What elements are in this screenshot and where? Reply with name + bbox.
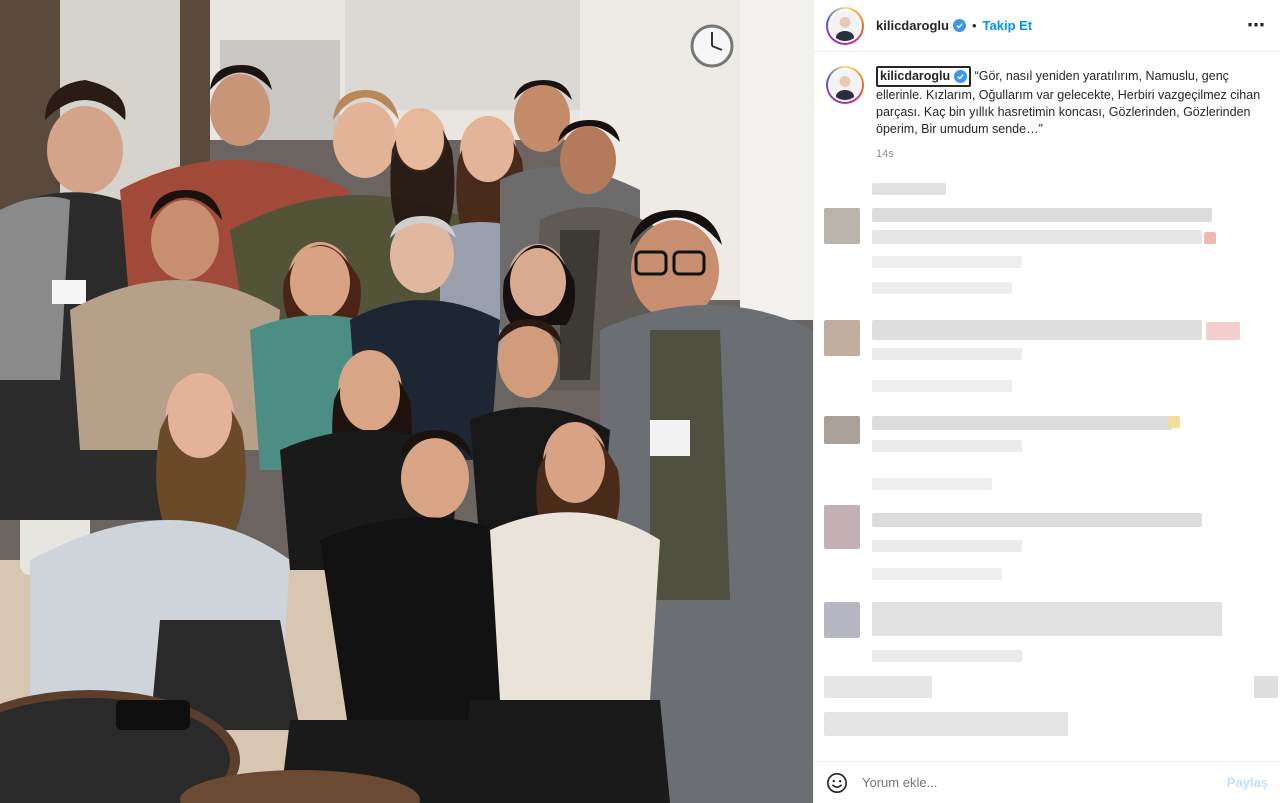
caption-username-text: kilicdaroglu <box>880 69 951 83</box>
post-caption: kilicdaroglu “Gör, nasıl yeniden yaratıl… <box>814 52 1280 163</box>
caption-timestamp: 14s <box>876 148 894 160</box>
comment-input[interactable] <box>862 775 1227 790</box>
header-separator: • <box>971 18 977 33</box>
author-avatar[interactable] <box>826 6 864 45</box>
group-photo-illustration <box>0 0 813 803</box>
post-side-panel: kilicdaroglu • Takip Et ⋯ kilicdaroglu “… <box>813 0 1280 803</box>
caption-author-avatar[interactable] <box>826 66 864 104</box>
share-button[interactable]: Paylaş <box>1227 775 1268 790</box>
comment-bar: Paylaş <box>814 761 1280 803</box>
caption-username[interactable]: kilicdaroglu <box>876 66 972 87</box>
post-header: kilicdaroglu • Takip Et ⋯ <box>814 0 1280 52</box>
emoji-icon[interactable] <box>826 772 848 794</box>
follow-button[interactable]: Takip Et <box>983 18 1033 33</box>
more-options-icon[interactable]: ⋯ <box>1247 15 1266 36</box>
caption-verified-badge-icon <box>954 70 968 83</box>
post-photo[interactable] <box>0 0 813 803</box>
author-username[interactable]: kilicdaroglu <box>876 18 949 33</box>
verified-badge-icon <box>952 19 966 32</box>
